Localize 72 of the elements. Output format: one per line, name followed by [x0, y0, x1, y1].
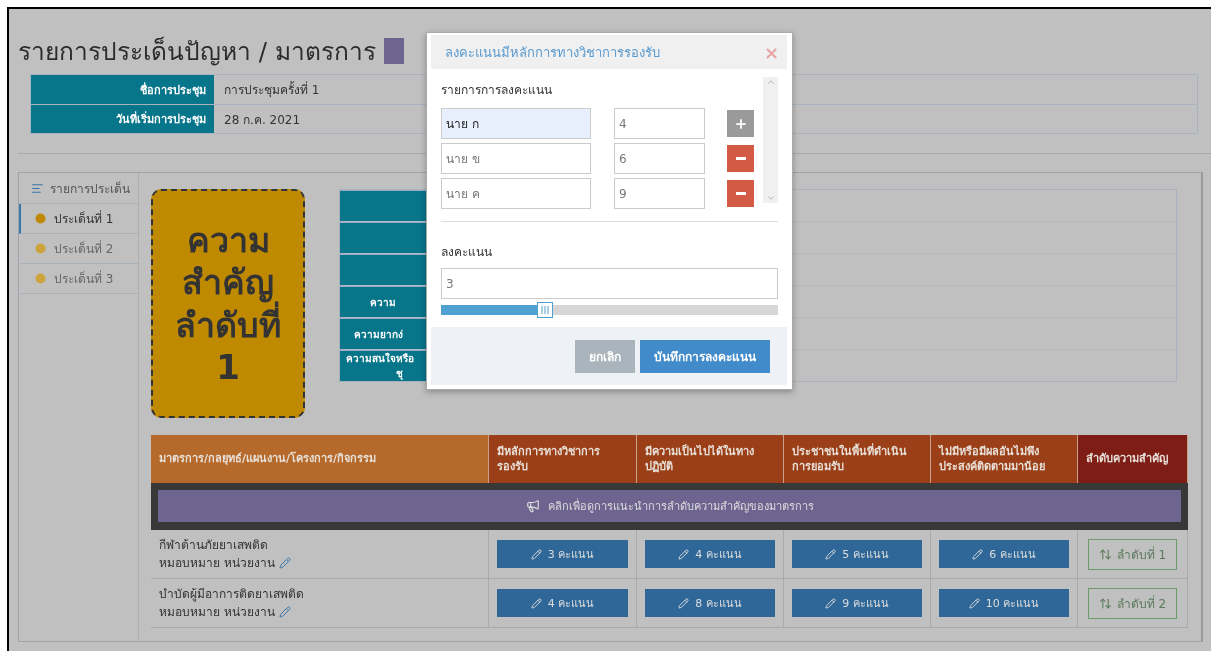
issue-list-tab[interactable]: รายการประเด็น	[19, 173, 138, 204]
page-title: รายการประเด็นปัญหา / มาตรการ	[18, 35, 376, 68]
voter-name-field[interactable]: นาย ข	[441, 143, 591, 174]
pencil-icon	[972, 548, 984, 560]
info-label: วันที่เริ่มการประชุม	[31, 105, 214, 133]
scroll-down-icon[interactable]	[765, 193, 776, 203]
score-button[interactable]: 4 คะแนน	[645, 540, 775, 568]
score-button[interactable]: 6 คะแนน	[939, 540, 1069, 568]
pencil-icon	[968, 597, 980, 609]
megaphone-icon	[525, 499, 540, 513]
recommendation-banner[interactable]: คลิกเพื่อดูการแนะนำการลำดับความสำคัญของมาตรการ	[158, 490, 1181, 522]
score-button[interactable]: 5 คะแนน	[792, 540, 922, 568]
pencil-icon[interactable]	[278, 557, 291, 569]
measure-name: กีฬาต้านภัยยาเสพติด	[159, 537, 268, 554]
score-button[interactable]: 9 คะแนน	[792, 589, 922, 617]
info-label: ชื่อการประชุม	[31, 75, 214, 104]
assignee-text: หมอบหมาย หน่วยงาน	[159, 604, 275, 621]
pencil-icon	[530, 597, 542, 609]
pencil-icon	[530, 548, 542, 560]
score-button[interactable]: 4 คะแนน	[497, 589, 628, 617]
pencil-icon	[825, 597, 837, 609]
pencil-icon[interactable]	[278, 606, 291, 618]
slider-thumb[interactable]	[537, 302, 554, 318]
issue-tab[interactable]: ประเด็นที่ 3	[19, 264, 138, 294]
status-dot-icon	[35, 243, 46, 254]
pencil-icon	[825, 548, 837, 560]
score-label: ลงคะแนน	[441, 244, 493, 261]
score-button[interactable]: 10 คะแนน	[939, 589, 1069, 617]
list-icon	[31, 181, 44, 195]
minus-icon	[735, 192, 746, 195]
issue-tab[interactable]: ประเด็นที่ 2	[19, 234, 138, 264]
voter-score-field[interactable]: 6	[614, 143, 705, 174]
score-button[interactable]: 8 คะแนน	[645, 589, 775, 617]
score-button[interactable]: 3 คะแนน	[497, 540, 628, 568]
title-badge	[383, 38, 404, 64]
voter-name-field[interactable]: นาย ค	[441, 178, 591, 209]
vote-list-label: รายการการลงคะแนน	[441, 82, 553, 99]
voter-score-field[interactable]: 4	[614, 108, 705, 139]
score-slider[interactable]	[441, 305, 778, 315]
scrollbar[interactable]	[763, 77, 778, 203]
assignee-text: หมอบหมาย หน่วยงาน	[159, 555, 275, 572]
status-dot-icon	[35, 213, 46, 224]
sort-icon	[1098, 596, 1112, 610]
column-header: ประชาชนในพื้นที่ดำเนินการยอมรับ	[784, 435, 931, 483]
issue-tab[interactable]: ประเด็นที่ 1	[19, 204, 138, 234]
add-button[interactable]	[727, 110, 754, 137]
pencil-icon	[678, 597, 690, 609]
minus-icon	[735, 157, 746, 160]
scroll-up-icon[interactable]	[765, 77, 776, 87]
column-header: มีหลักการทางวิชาการรองรับ	[489, 435, 637, 483]
pencil-icon	[678, 548, 690, 560]
rank-button[interactable]: ลำดับที่ 1	[1087, 538, 1178, 570]
remove-button[interactable]	[727, 145, 754, 172]
priority-card: ความสำคัญลำดับที่ 1	[151, 189, 305, 418]
info-value: 28 ก.ค. 2021	[223, 111, 301, 129]
dialog-title: ลงคะแนนมีหลักการทางวิชาการรองรับ	[445, 43, 660, 62]
plus-icon	[733, 116, 748, 131]
voter-score-field[interactable]: 9	[614, 178, 705, 209]
column-header: มาตรการ/กลยุทธ์/แผนงาน/โครงการ/กิจกรรม	[151, 435, 489, 483]
status-dot-icon	[35, 273, 46, 284]
remove-button[interactable]	[727, 180, 754, 207]
score-field[interactable]: 3	[441, 268, 778, 299]
save-vote-button[interactable]: บันทึกการลงคะแนน	[640, 339, 770, 373]
voter-name-field[interactable]: นาย ก	[441, 108, 591, 139]
issue-list-label: รายการประเด็น	[50, 180, 130, 198]
column-header: ไม่มีหรือมีผลอันไม่พึงประสงค์ติดตามมาน้อย	[931, 435, 1078, 483]
column-header: ลำดับความสำคัญ	[1078, 435, 1188, 483]
rank-button[interactable]: ลำดับที่ 2	[1087, 587, 1178, 619]
info-value: การประชุมครั้งที่ 1	[223, 80, 320, 100]
sort-icon	[1098, 547, 1112, 561]
measure-name: บำบัดผู้มีอาการติดยาเสพติด	[159, 586, 304, 603]
column-header: มีความเป็นไปได้ในทางปฏิบัติ	[637, 435, 784, 483]
